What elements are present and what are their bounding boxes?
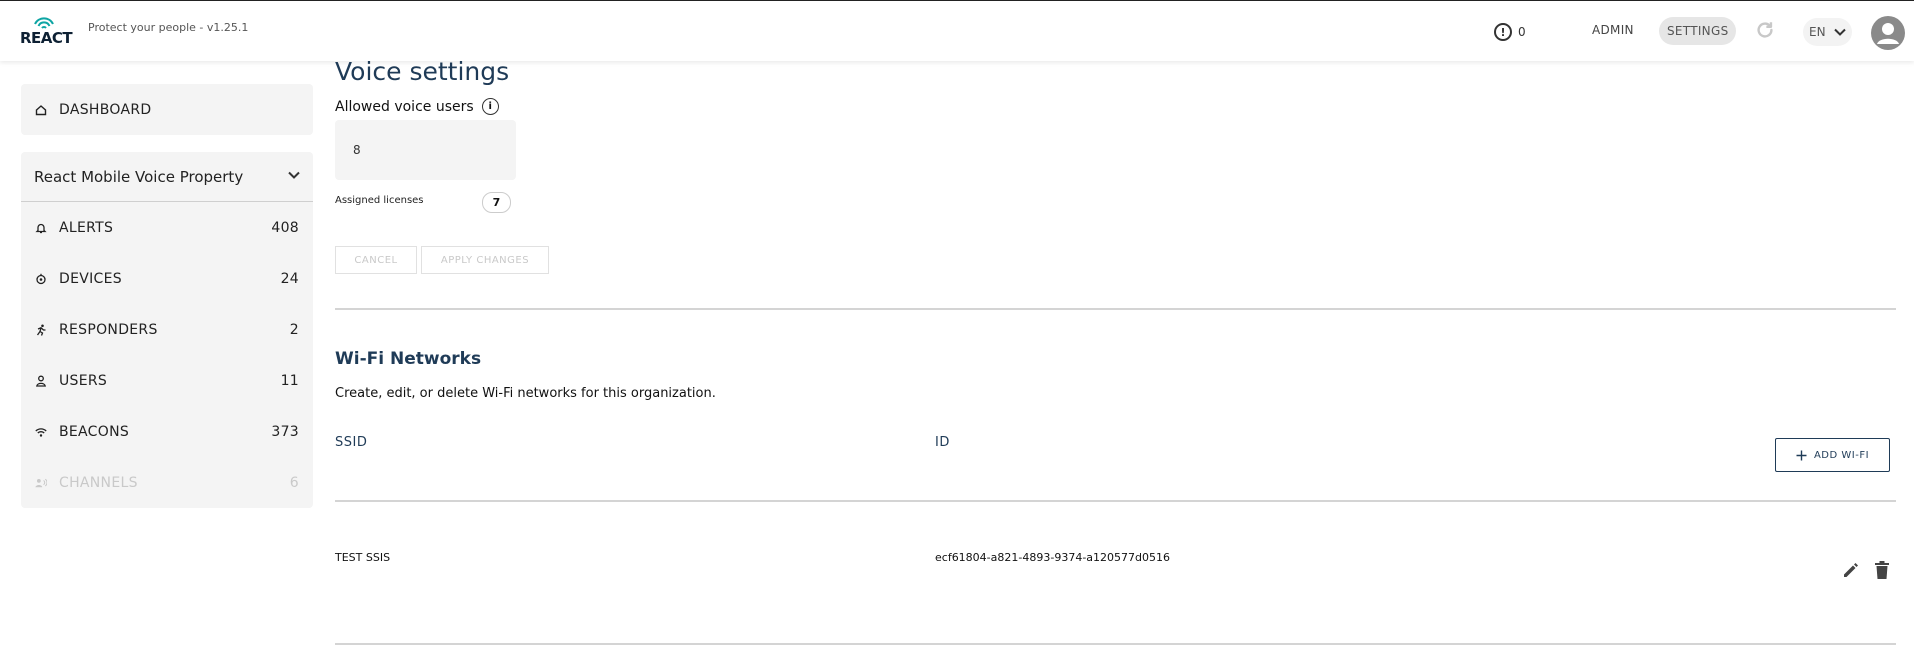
dashboard-card: DASHBOARD [21, 84, 313, 135]
sidebar-item-label: USERS [59, 372, 108, 389]
refresh-icon[interactable] [1754, 19, 1776, 41]
section-divider [335, 308, 1896, 310]
property-name: React Mobile Voice Property [34, 167, 244, 186]
ssid-cell: TEST SSIS [335, 551, 391, 564]
sidebar-item-count: 24 [280, 270, 299, 287]
delete-trash-icon[interactable] [1873, 560, 1891, 580]
logo-text: REACT [20, 29, 73, 47]
allowed-voice-users-label: Allowed voice users i [335, 98, 499, 115]
nav-settings-link[interactable]: SETTINGS [1659, 17, 1737, 45]
language-value: EN [1809, 25, 1826, 39]
device-icon [35, 273, 47, 285]
sidebar-item-alerts[interactable]: ALERTS 408 [21, 202, 313, 253]
bell-icon [35, 222, 47, 234]
nav-admin-link[interactable]: ADMIN [1592, 23, 1634, 37]
user-icon [35, 375, 47, 387]
sidebar-item-dashboard[interactable]: DASHBOARD [21, 84, 313, 135]
signal-waves-icon [34, 17, 54, 29]
sidebar-item-count: 11 [280, 372, 299, 389]
version-text: Protect your people - v1.25.1 [88, 21, 249, 34]
sidebar-item-label: BEACONS [59, 423, 130, 440]
sidebar-item-users[interactable]: USERS 11 [21, 355, 313, 406]
wifi-description: Create, edit, or delete Wi-Fi networks f… [335, 386, 716, 401]
sidebar-item-responders[interactable]: RESPONDERS 2 [21, 304, 313, 355]
assigned-licenses-label: Assigned licenses [335, 195, 424, 206]
sidebar-item-label: DEVICES [59, 270, 122, 287]
apply-changes-button[interactable]: APPLY CHANGES [421, 246, 549, 274]
sidebar-item-label: ALERTS [59, 219, 114, 236]
sidebar-item-label: DASHBOARD [59, 101, 152, 118]
sidebar-item-beacons[interactable]: BEACONS 373 [21, 406, 313, 457]
react-logo[interactable]: REACT [20, 15, 73, 47]
chevron-down-icon [1833, 28, 1846, 36]
voice-settings-title: Voice settings [335, 57, 510, 86]
wifi-networks-title: Wi-Fi Networks [335, 349, 482, 369]
avatar[interactable] [1871, 16, 1905, 50]
sidebar-item-label: CHANNELS [59, 474, 138, 491]
edit-pencil-icon[interactable] [1841, 560, 1861, 580]
id-cell: ecf61804-a821-4893-9374-a120577d0516 [935, 551, 1170, 564]
sidebar-item-channels: CHANNELS 6 [21, 457, 313, 508]
alert-count-value: 0 [1518, 25, 1526, 39]
sidebar-item-count: 408 [271, 219, 299, 236]
add-wifi-button[interactable]: ADD WI-FI [1775, 438, 1890, 472]
table-header-divider [335, 500, 1896, 502]
sidebar-item-count: 373 [271, 423, 299, 440]
language-selector[interactable]: EN [1803, 18, 1852, 46]
cancel-button[interactable]: CANCEL [335, 246, 417, 274]
property-selector[interactable]: React Mobile Voice Property [21, 152, 313, 202]
property-card: React Mobile Voice Property ALERTS 408 D… [21, 152, 313, 508]
sidebar-item-label: RESPONDERS [59, 321, 158, 338]
chevron-down-icon [288, 171, 300, 179]
allowed-label-text: Allowed voice users [335, 98, 474, 115]
alert-counter[interactable]: ! 0 [1494, 22, 1526, 42]
info-icon[interactable]: i [481, 98, 499, 115]
column-header-id[interactable]: ID [935, 435, 950, 450]
top-bar: REACT Protect your people - v1.25.1 ! 0 … [0, 0, 1914, 61]
beacon-icon [35, 426, 47, 438]
sidebar-item-count: 6 [289, 474, 299, 491]
sidebar-item-count: 2 [289, 321, 299, 338]
allowed-voice-users-input[interactable] [335, 120, 516, 180]
runner-icon [35, 324, 47, 336]
assigned-licenses-badge: 7 [482, 192, 511, 213]
plus-icon [1796, 450, 1807, 460]
voice-channel-icon [35, 477, 47, 489]
column-header-ssid[interactable]: SSID [335, 435, 367, 450]
table-row-divider [335, 643, 1896, 645]
add-wifi-label: ADD WI-FI [1813, 449, 1870, 461]
home-icon [35, 104, 47, 116]
alert-circle-icon: ! [1494, 23, 1512, 41]
sidebar-item-devices[interactable]: DEVICES 24 [21, 253, 313, 304]
